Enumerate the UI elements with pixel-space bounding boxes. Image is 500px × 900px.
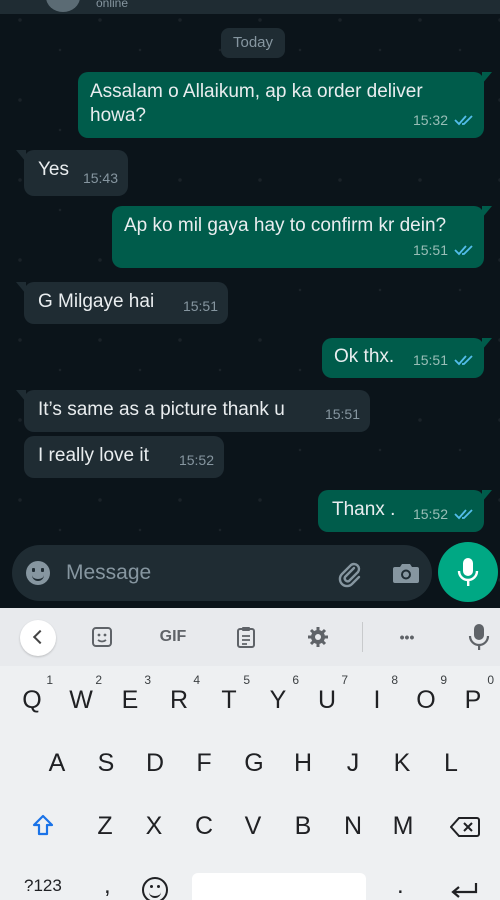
contact-status: online <box>96 0 129 10</box>
shift-icon[interactable] <box>32 814 54 836</box>
message-time: 15:32 <box>412 112 448 128</box>
message-time: 15:51 <box>412 352 448 368</box>
key-r[interactable]: R4 <box>156 673 202 725</box>
gif-button[interactable]: GIF <box>155 622 191 652</box>
key-a[interactable]: A <box>34 738 80 788</box>
camera-icon[interactable] <box>392 561 420 585</box>
key-s[interactable]: S <box>83 738 129 788</box>
message-bubble-incoming[interactable]: I really love it 15:52 <box>24 436 224 478</box>
soft-keyboard[interactable]: GIF ••• Q1 W2 E3 R4 T5 Y6 U7 I8 O9 P0 A … <box>0 608 500 900</box>
sticker-icon[interactable] <box>90 622 114 652</box>
period-key[interactable]: . <box>397 872 404 900</box>
message-time: 15:51 <box>412 242 448 258</box>
key-q[interactable]: Q1 <box>9 673 55 725</box>
message-bubble-outgoing[interactable]: Assalam o Allaikum, ap ka order deliver … <box>78 72 492 138</box>
key-h[interactable]: H <box>280 738 326 788</box>
symbols-key[interactable]: ?123 <box>24 876 62 896</box>
message-time: 15:52 <box>412 506 448 522</box>
avatar[interactable] <box>46 0 80 12</box>
double-check-icon <box>454 509 473 520</box>
key-l[interactable]: L <box>428 738 474 788</box>
key-f[interactable]: F <box>181 738 227 788</box>
key-w[interactable]: W2 <box>58 673 104 725</box>
key-c[interactable]: C <box>181 801 227 851</box>
key-u[interactable]: U7 <box>304 673 350 725</box>
key-m[interactable]: M <box>380 801 426 851</box>
attach-icon[interactable] <box>334 559 364 589</box>
message-time: 15:52 <box>178 452 214 468</box>
key-v[interactable]: V <box>230 801 276 851</box>
message-bubble-outgoing[interactable]: Ok thx. 15:51 <box>322 338 492 378</box>
key-i[interactable]: I8 <box>354 673 400 725</box>
message-bubble-incoming[interactable]: It’s same as a picture thank u 15:51 <box>16 390 370 432</box>
key-e[interactable]: E3 <box>107 673 153 725</box>
key-p[interactable]: P0 <box>450 673 496 725</box>
key-b[interactable]: B <box>280 801 326 851</box>
emoji-key-icon[interactable] <box>142 877 168 900</box>
message-text: It’s same as a picture thank u <box>38 399 285 420</box>
message-bubble-outgoing[interactable]: Thanx . 15:52 <box>318 490 492 532</box>
double-check-icon <box>454 115 473 126</box>
mic-icon <box>457 558 479 586</box>
double-check-icon <box>454 245 473 256</box>
message-bubble-outgoing[interactable]: Ap ko mil gaya hay to confirm kr dein? 1… <box>112 206 492 268</box>
chat-area[interactable]: online Today Assalam o Allaikum, ap ka o… <box>0 0 500 608</box>
more-options-button[interactable]: ••• <box>392 622 422 652</box>
backspace-icon[interactable] <box>450 816 480 838</box>
key-x[interactable]: X <box>131 801 177 851</box>
message-time: 15:51 <box>324 406 360 422</box>
voice-input-icon[interactable] <box>468 622 490 652</box>
message-text: Assalam o Allaikum, ap ka order deliver … <box>90 81 423 126</box>
message-bubble-incoming[interactable]: Yes 15:43 <box>16 150 128 196</box>
voice-record-button[interactable] <box>438 542 498 602</box>
message-time: 15:43 <box>82 170 118 186</box>
toolbar-divider <box>362 622 363 652</box>
key-o[interactable]: O9 <box>403 673 449 725</box>
message-input[interactable]: Message <box>66 561 151 585</box>
key-g[interactable]: G <box>231 738 277 788</box>
key-d[interactable]: D <box>132 738 178 788</box>
chevron-left-icon[interactable] <box>20 620 56 656</box>
comma-key[interactable]: , <box>104 872 111 900</box>
gear-icon[interactable] <box>306 622 330 652</box>
message-time: 15:51 <box>182 298 218 314</box>
emoji-icon[interactable] <box>26 561 50 585</box>
keyboard-toolbar: GIF ••• <box>0 608 500 666</box>
key-n[interactable]: N <box>330 801 376 851</box>
double-check-icon <box>454 355 473 366</box>
enter-icon[interactable] <box>450 882 478 900</box>
key-z[interactable]: Z <box>82 801 128 851</box>
message-text: Ap ko mil gaya hay to confirm kr dein? <box>124 215 447 236</box>
date-divider: Today <box>221 28 286 58</box>
key-j[interactable]: J <box>330 738 376 788</box>
clipboard-icon[interactable] <box>234 622 258 652</box>
spacebar[interactable] <box>192 873 366 900</box>
key-y[interactable]: Y6 <box>255 673 301 725</box>
chat-header[interactable]: online <box>0 0 500 14</box>
key-k[interactable]: K <box>379 738 425 788</box>
key-t[interactable]: T5 <box>206 673 252 725</box>
message-bubble-incoming[interactable]: G Milgaye hai 15:51 <box>16 282 228 324</box>
message-input-bar[interactable]: Message <box>12 545 432 601</box>
